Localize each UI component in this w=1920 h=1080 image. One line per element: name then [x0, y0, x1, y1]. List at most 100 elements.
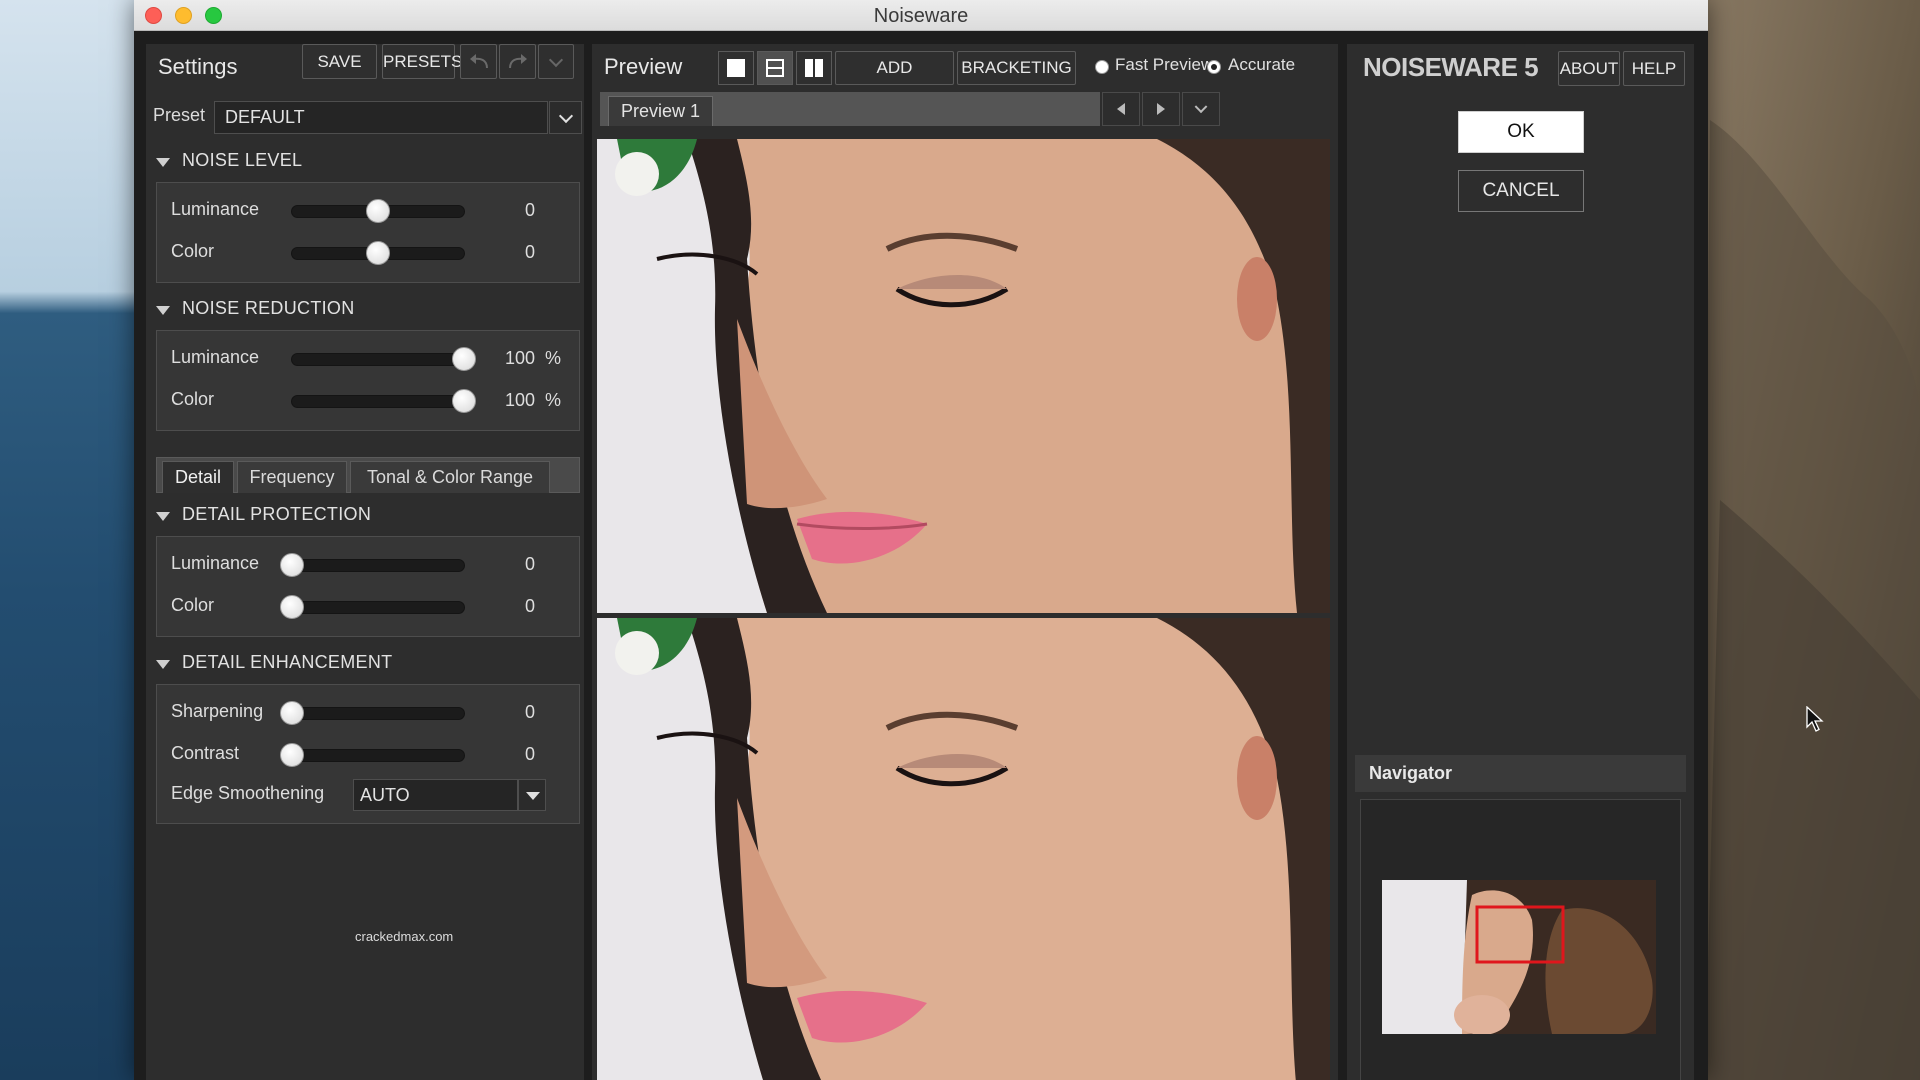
slider-label: Contrast [171, 743, 240, 763]
slider-value: 0 [524, 242, 535, 262]
slider-label: Luminance [171, 553, 260, 573]
preview-title: Preview [604, 54, 683, 79]
settings-header: Settings SAVE PRESETS [146, 44, 584, 86]
navigator-thumbnail[interactable] [1382, 880, 1656, 1034]
preview-header: Preview ADD PREVIEW BRACKETING Fast Prev… [592, 44, 1338, 109]
slider-label: Color [171, 241, 215, 261]
slider-knob[interactable] [280, 743, 304, 767]
edge-smoothening-row: Edge Smoothening AUTO [157, 775, 579, 815]
edge-smoothening-label: Edge Smoothening [171, 783, 325, 803]
preview-panel: Preview ADD PREVIEW BRACKETING Fast Prev… [592, 44, 1338, 1080]
contrast-row: Contrast 0 [157, 735, 579, 775]
noise-reduction-color-slider[interactable] [291, 389, 476, 413]
navigator-body [1360, 799, 1681, 1080]
portrait-image [597, 139, 1330, 613]
preview-processed-image[interactable] [597, 618, 1330, 1080]
arrow-right-icon [1157, 103, 1165, 115]
logo-version: 5 [1524, 52, 1539, 82]
slider-value: 100 [504, 390, 535, 410]
preset-dropdown-button[interactable] [549, 101, 582, 134]
settings-title: Settings [158, 54, 238, 79]
noise-level-title: NOISE LEVEL [182, 150, 303, 170]
slider-knob[interactable] [280, 701, 304, 725]
slider-knob[interactable] [366, 241, 390, 265]
settings-panel: Settings SAVE PRESETS Preset DEFAULT NOI… [146, 44, 584, 1080]
history-dropdown-button[interactable] [538, 44, 574, 79]
noise-reduction-title: NOISE REDUCTION [182, 298, 355, 318]
navigator-header: Navigator [1355, 755, 1686, 792]
noise-reduction-luminance-row: Luminance 100 % [157, 339, 579, 379]
preview-menu-button[interactable] [1182, 92, 1220, 126]
chevron-down-icon [548, 52, 564, 67]
tab-detail[interactable]: Detail [162, 461, 234, 493]
tab-tonal-color-range[interactable]: Tonal & Color Range [350, 461, 550, 493]
sharpening-slider[interactable] [280, 701, 465, 725]
cancel-button[interactable]: CANCEL [1458, 170, 1584, 212]
presets-button[interactable]: PRESETS [382, 44, 462, 79]
split-horizontal-view-button[interactable] [757, 51, 793, 85]
bracketing-button[interactable]: BRACKETING [957, 51, 1076, 85]
noise-level-luminance-slider[interactable] [291, 199, 465, 223]
right-panel: NOISEWARE 5 ABOUT HELP OK CANCEL Navigat… [1347, 44, 1694, 1080]
mouse-cursor-icon [1806, 706, 1824, 732]
slider-knob[interactable] [280, 595, 304, 619]
tab-frequency[interactable]: Frequency [237, 461, 347, 493]
contrast-slider[interactable] [280, 743, 465, 767]
add-preview-button[interactable]: ADD PREVIEW [835, 51, 954, 109]
sharpening-row: Sharpening 0 [157, 693, 579, 733]
slider-value: 0 [524, 744, 535, 764]
redo-button[interactable] [499, 44, 536, 79]
previous-preview-button[interactable] [1102, 92, 1140, 126]
slider-label: Luminance [171, 199, 260, 219]
save-button[interactable]: SAVE [302, 44, 377, 79]
detail-protection-luminance-slider[interactable] [280, 553, 465, 577]
collapse-triangle-icon [156, 660, 170, 669]
help-button[interactable]: HELP [1623, 51, 1685, 86]
noise-reduction-luminance-slider[interactable] [291, 347, 476, 371]
undo-button[interactable] [460, 44, 497, 79]
detail-enhancement-box: Sharpening 0 Contrast 0 Edge Smoothening… [156, 684, 580, 824]
detail-protection-color-slider[interactable] [280, 595, 465, 619]
slider-knob[interactable] [366, 199, 390, 223]
percent-unit: % [544, 390, 561, 410]
noiseware-logo: NOISEWARE 5 [1363, 52, 1539, 83]
noise-level-luminance-row: Luminance 0 [157, 191, 579, 231]
about-button[interactable]: ABOUT [1558, 51, 1620, 86]
collapse-triangle-icon [156, 158, 170, 167]
edge-smoothening-dropdown-button[interactable] [518, 779, 546, 811]
single-view-button[interactable] [718, 51, 754, 85]
undo-icon [469, 54, 488, 69]
accurate-radio[interactable] [1207, 60, 1221, 74]
fast-preview-radio[interactable] [1095, 60, 1109, 74]
navigator-title: Navigator [1369, 763, 1453, 783]
detail-protection-color-row: Color 0 [157, 587, 579, 627]
slider-label: Color [171, 389, 215, 409]
slider-knob[interactable] [452, 347, 476, 371]
detail-protection-title: DETAIL PROTECTION [182, 504, 372, 524]
split-vertical-view-button[interactable] [796, 51, 832, 85]
edge-smoothening-select[interactable]: AUTO [353, 779, 518, 811]
tab-preview-1[interactable]: Preview 1 [608, 96, 714, 126]
watermark-text: crackedmax.com [355, 929, 454, 944]
collapse-triangle-icon [156, 306, 170, 315]
preview-tab-strip: Preview 1 [600, 92, 1100, 126]
detail-tab-bar: Detail Frequency Tonal & Color Range [156, 457, 580, 493]
detail-protection-luminance-row: Luminance 0 [157, 545, 579, 585]
window-title: Noiseware [873, 5, 969, 27]
noise-level-box: Luminance 0 Color 0 [156, 182, 580, 283]
slider-knob[interactable] [452, 389, 476, 413]
slider-value: 0 [524, 200, 535, 220]
chevron-down-icon [558, 108, 573, 123]
percent-unit: % [544, 348, 561, 368]
slider-knob[interactable] [280, 553, 304, 577]
next-preview-button[interactable] [1142, 92, 1180, 126]
chevron-down-icon [1194, 100, 1208, 114]
preset-select[interactable]: DEFAULT [214, 101, 548, 134]
noise-reduction-color-row: Color 100 % [157, 381, 579, 421]
noise-level-color-slider[interactable] [291, 241, 465, 265]
noise-reduction-box: Luminance 100 % Color 100 % [156, 330, 580, 431]
slider-label: Color [171, 595, 215, 615]
ok-button[interactable]: OK [1458, 111, 1584, 153]
logo-text: NOISEWARE [1363, 52, 1518, 82]
preview-original-image[interactable] [597, 139, 1330, 613]
